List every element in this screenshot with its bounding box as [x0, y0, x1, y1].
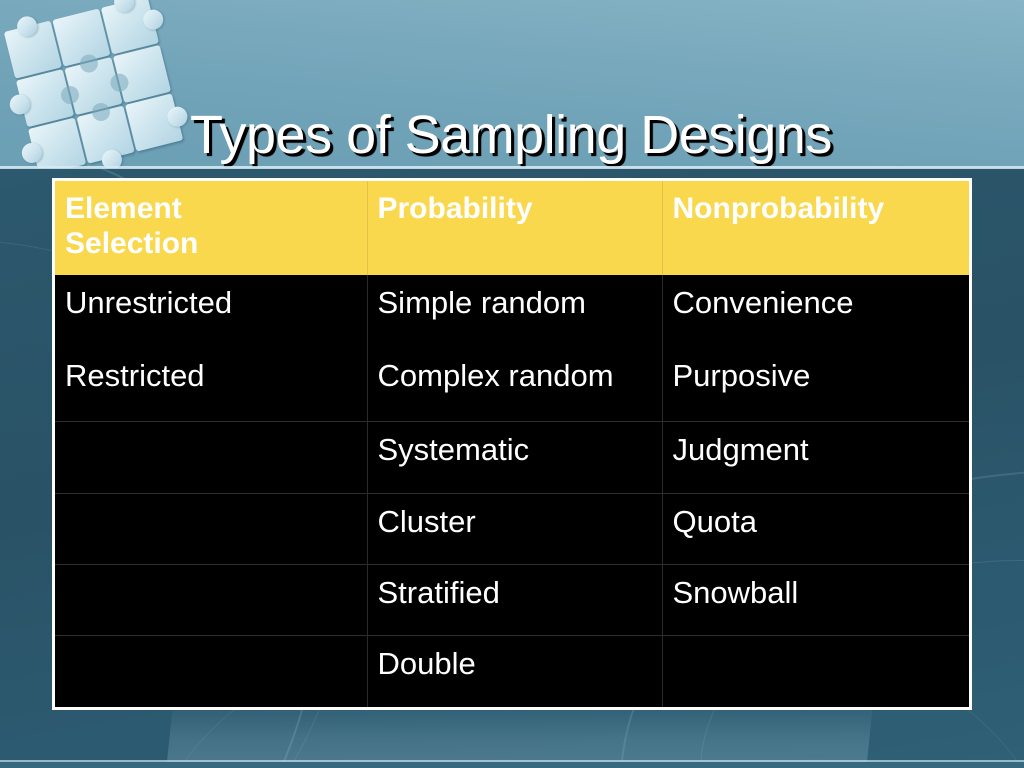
cell-probability: Simple random Complex random: [367, 275, 663, 422]
cell-line: Simple random: [377, 285, 586, 320]
cell-line: Unrestricted: [65, 285, 233, 320]
title-band: Types of Sampling Designs: [0, 0, 1024, 168]
cell-nonprobability: Snowball: [662, 563, 969, 636]
sampling-designs-table: Element Selection Probability Nonprobabi…: [52, 178, 972, 710]
cell-probability: Stratified: [367, 563, 663, 636]
table-row: Double: [55, 635, 969, 707]
cell-probability: Cluster: [367, 492, 663, 565]
cell-probability: Double: [367, 635, 663, 707]
cell-nonprobability: [662, 635, 969, 707]
table-header-row: Element Selection Probability Nonprobabi…: [55, 181, 969, 275]
table-row: Stratified Snowball: [55, 563, 969, 636]
cell-element-selection: Unrestricted Restricted: [55, 275, 368, 422]
cell-line: Purposive: [672, 357, 811, 393]
table-row: Cluster Quota: [55, 492, 969, 565]
cell-element-selection: [55, 563, 368, 636]
cell-element-selection: [55, 635, 368, 707]
cell-line: Restricted: [65, 357, 205, 393]
cell-nonprobability: Judgment: [662, 421, 969, 493]
cell-probability: Systematic: [367, 421, 663, 493]
table-row: Systematic Judgment: [55, 421, 969, 493]
column-header-element-selection: Element Selection: [55, 181, 368, 275]
column-header-line: Selection: [65, 227, 199, 261]
title-band-divider: [0, 166, 1024, 169]
footer-strip: [0, 762, 1024, 768]
cell-line: Complex random: [377, 357, 614, 393]
cell-element-selection: [55, 421, 368, 493]
table-row: Unrestricted Restricted Simple random Co…: [55, 275, 969, 422]
column-header-line: Element: [65, 192, 182, 225]
cell-element-selection: [55, 492, 368, 565]
cell-nonprobability: Convenience Purposive: [662, 275, 969, 422]
footer-divider: [0, 760, 1024, 762]
slide: Types of Sampling Designs Element Select…: [0, 0, 1024, 768]
cell-line: Convenience: [672, 285, 854, 320]
cell-nonprobability: Quota: [662, 492, 969, 565]
column-header-nonprobability: Nonprobability: [662, 181, 969, 275]
column-header-probability: Probability: [367, 181, 663, 275]
jigsaw-puzzle-icon: [0, 0, 193, 168]
page-title: Types of Sampling Designs: [190, 105, 832, 166]
